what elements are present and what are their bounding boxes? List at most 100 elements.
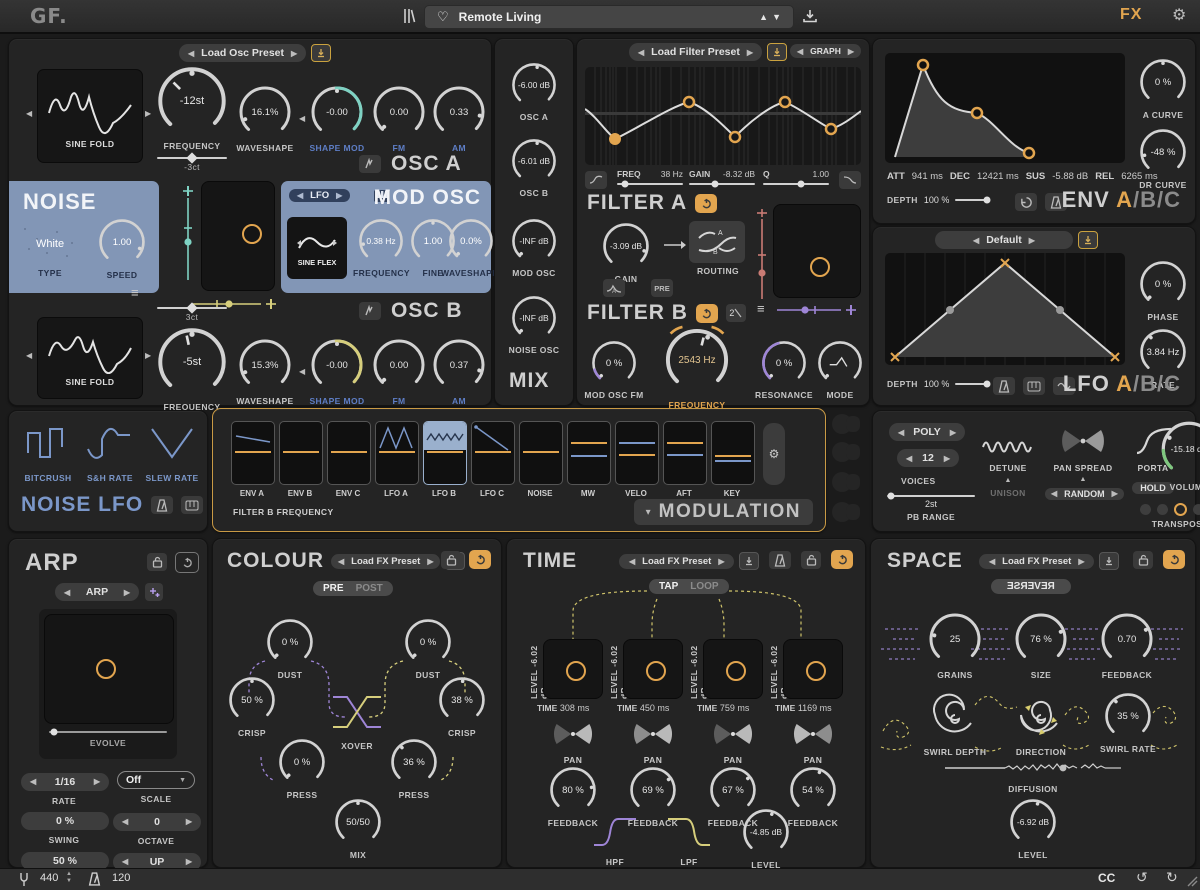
filter-pre-button[interactable]: PRE [651, 279, 673, 297]
osc-a-fm-knob[interactable]: 0.00 FM [369, 84, 429, 153]
mix-mod-osc-knob[interactable]: -INF dB MOD OSC [506, 217, 562, 278]
env-a-curve-knob[interactable]: 0 % A CURVE [1135, 57, 1191, 120]
time-lock-icon[interactable] [801, 551, 821, 569]
noise-lfo-keytrack-icon[interactable] [181, 496, 203, 514]
filter-eq-graph[interactable] [585, 67, 861, 165]
mod-osc-frequency-knob[interactable]: 0.38 Hz FREQUENCY [353, 217, 409, 278]
tap1-pan[interactable]: PAN [547, 721, 599, 765]
colour-press-b-knob[interactable]: 36 % PRESS [385, 737, 443, 800]
lfo-preset-selector[interactable]: ◀Default▶ [935, 231, 1073, 249]
midi-cc-button[interactable]: CC [1098, 871, 1115, 885]
time-sync-metronome-icon[interactable] [769, 551, 791, 569]
space-grains-knob[interactable]: 25 GRAINS [923, 611, 987, 680]
mix-noise-osc-knob[interactable]: -INF dB NOISE OSC [506, 294, 562, 355]
mod-slot-key[interactable] [711, 421, 755, 485]
filter-xy-vertical-slider[interactable] [755, 207, 769, 307]
osc-xy-vertical-slider[interactable] [181, 184, 195, 289]
mod-slot-env-c[interactable] [327, 421, 371, 485]
library-icon[interactable] [398, 6, 418, 26]
osc-b-fine-slider[interactable]: 3ct [157, 307, 227, 322]
osc-a-am-knob[interactable]: 0.33 AM [429, 84, 489, 153]
undo-icon[interactable]: ↺ [1136, 869, 1148, 886]
filter-routing-button[interactable]: AB ROUTING [689, 221, 747, 276]
osc-b-wave-prev-icon[interactable]: ◀ [26, 351, 32, 360]
transpose-dots[interactable] [1125, 503, 1200, 516]
space-swirl-rate-knob[interactable]: 35 % SWIRL RATE [1097, 691, 1159, 754]
filter-xy-horizontal-slider[interactable] [775, 303, 861, 315]
mod-slot-env-a[interactable] [231, 421, 275, 485]
osc-b-fm-knob[interactable]: 0.00 FM [369, 337, 429, 406]
time-tap-option[interactable]: TAP [659, 581, 678, 592]
colour-pre-option[interactable]: PRE [323, 583, 344, 594]
filter-xy-pad[interactable] [773, 204, 861, 298]
voice-mode-selector[interactable]: ◀POLY▶ [889, 423, 965, 441]
pb-range-slider[interactable]: 2st PB RANGE [887, 495, 975, 522]
mod-osc-waveform-display[interactable]: SINE FLEX [287, 217, 347, 279]
settings-gear-icon[interactable]: ⚙ [1172, 5, 1186, 25]
env-loop-icon[interactable] [1015, 193, 1037, 211]
tempo-value[interactable]: 120 [112, 872, 130, 884]
colour-xover-control[interactable]: XOVER [331, 691, 383, 751]
arp-octave-stepper[interactable]: ◀0▶ [113, 813, 201, 831]
osc-a-wave-prev-icon[interactable]: ◀ [26, 109, 32, 118]
mod-slot-aft[interactable] [663, 421, 707, 485]
low-shelf-icon[interactable] [585, 171, 607, 189]
osc-a-fine-slider[interactable]: -3ct [157, 157, 227, 172]
colour-mix-knob[interactable]: 50/50 MIX [329, 797, 387, 860]
osc-a-waveshape-knob[interactable]: 16.1% WAVESHAPE [233, 84, 297, 153]
tap2-time[interactable]: TIME 450 ms [617, 703, 669, 713]
colour-dust-b-knob[interactable]: 0 % DUST [399, 617, 457, 680]
time-lpf-control[interactable]: LPF [659, 815, 719, 867]
lfo-graph[interactable] [885, 253, 1125, 365]
tap3-xy-pad[interactable] [703, 639, 763, 699]
mod-slot-lfo-c[interactable] [471, 421, 515, 485]
voice-count-stepper[interactable]: ◀12▶ [897, 449, 959, 467]
filter-xy-menu-icon[interactable]: ≡ [757, 301, 765, 316]
colour-dust-a-knob[interactable]: 0 % DUST [261, 617, 319, 680]
time-preset-save-icon[interactable] [739, 552, 759, 570]
space-preset-selector[interactable]: ◀Load FX Preset▶ [979, 554, 1094, 569]
filter-b-slope-button[interactable]: 2 [726, 304, 746, 322]
time-tap-loop-toggle[interactable]: TAP LOOP [649, 579, 729, 594]
osc-b-frequency-knob[interactable]: -5st FREQUENCY [149, 325, 235, 412]
tuning-fork-icon[interactable] [18, 872, 30, 887]
save-preset-icon[interactable] [802, 8, 818, 24]
space-reverse-button[interactable]: REVERSE [991, 579, 1071, 594]
filter-preset-save-icon[interactable] [767, 43, 787, 61]
space-diffusion-control[interactable]: DIFFUSION [943, 761, 1123, 794]
arp-generate-sparkle-icon[interactable] [145, 583, 163, 601]
osc-preset-save-icon[interactable] [311, 44, 331, 62]
osc-preset-selector[interactable]: ◀Load Osc Preset▶ [179, 44, 306, 62]
env-tabs-bc[interactable]: /B/C [1133, 187, 1181, 212]
lfo-tab-a[interactable]: A [1116, 371, 1133, 396]
noise-menu-icon[interactable]: ≡ [131, 285, 139, 300]
band-freq-slider[interactable]: FREQ 38 Hz [617, 169, 683, 185]
arp-xy-pad[interactable] [44, 614, 174, 724]
osc-b-am-knob[interactable]: 0.37 AM [429, 337, 489, 406]
arp-power-button[interactable] [175, 552, 199, 573]
volume-knob[interactable]: -15.18 dB VOLUME [1157, 419, 1200, 492]
band-gain-slider[interactable]: GAIN -8.32 dB [689, 169, 755, 185]
lfo-phase-knob[interactable]: 0 % PHASE [1135, 259, 1191, 322]
osc-b-waveform-display[interactable]: SINE FOLD [37, 317, 143, 399]
mod-slot-env-b[interactable] [279, 421, 323, 485]
colour-crisp-a-knob[interactable]: 50 % CRISP [223, 675, 281, 738]
arp-lock-icon[interactable] [147, 553, 167, 571]
mod-slot-mw[interactable] [567, 421, 611, 485]
mix-osc-a-knob[interactable]: -6.00 dB OSC A [506, 61, 562, 122]
tap1-time[interactable]: TIME 308 ms [537, 703, 589, 713]
filter-preset-selector[interactable]: ◀Load Filter Preset▶ [629, 43, 762, 61]
band-q-slider[interactable]: Q 1.00 [763, 169, 829, 185]
filter-b-frequency-knob[interactable]: 2543 Hz FREQUENCY [649, 323, 745, 410]
modulation-collapse-icon[interactable]: ▾ [646, 507, 651, 518]
tap2-xy-pad[interactable] [623, 639, 683, 699]
space-feedback-knob[interactable]: 0.70 FEEDBACK [1095, 611, 1159, 680]
env-graph[interactable] [885, 53, 1125, 163]
preset-prev-next-icons[interactable]: ▲▼ [759, 12, 785, 22]
redo-icon[interactable]: ↻ [1166, 869, 1178, 886]
filter-b-modfm-knob[interactable]: 0 % MOD OSC FM [583, 339, 645, 400]
mod-slot-lfo-a[interactable] [375, 421, 419, 485]
space-size-knob[interactable]: 76 % SIZE [1009, 611, 1073, 680]
tap4-xy-pad[interactable] [783, 639, 843, 699]
env-rel-value[interactable]: 6265 ms [1121, 171, 1157, 182]
